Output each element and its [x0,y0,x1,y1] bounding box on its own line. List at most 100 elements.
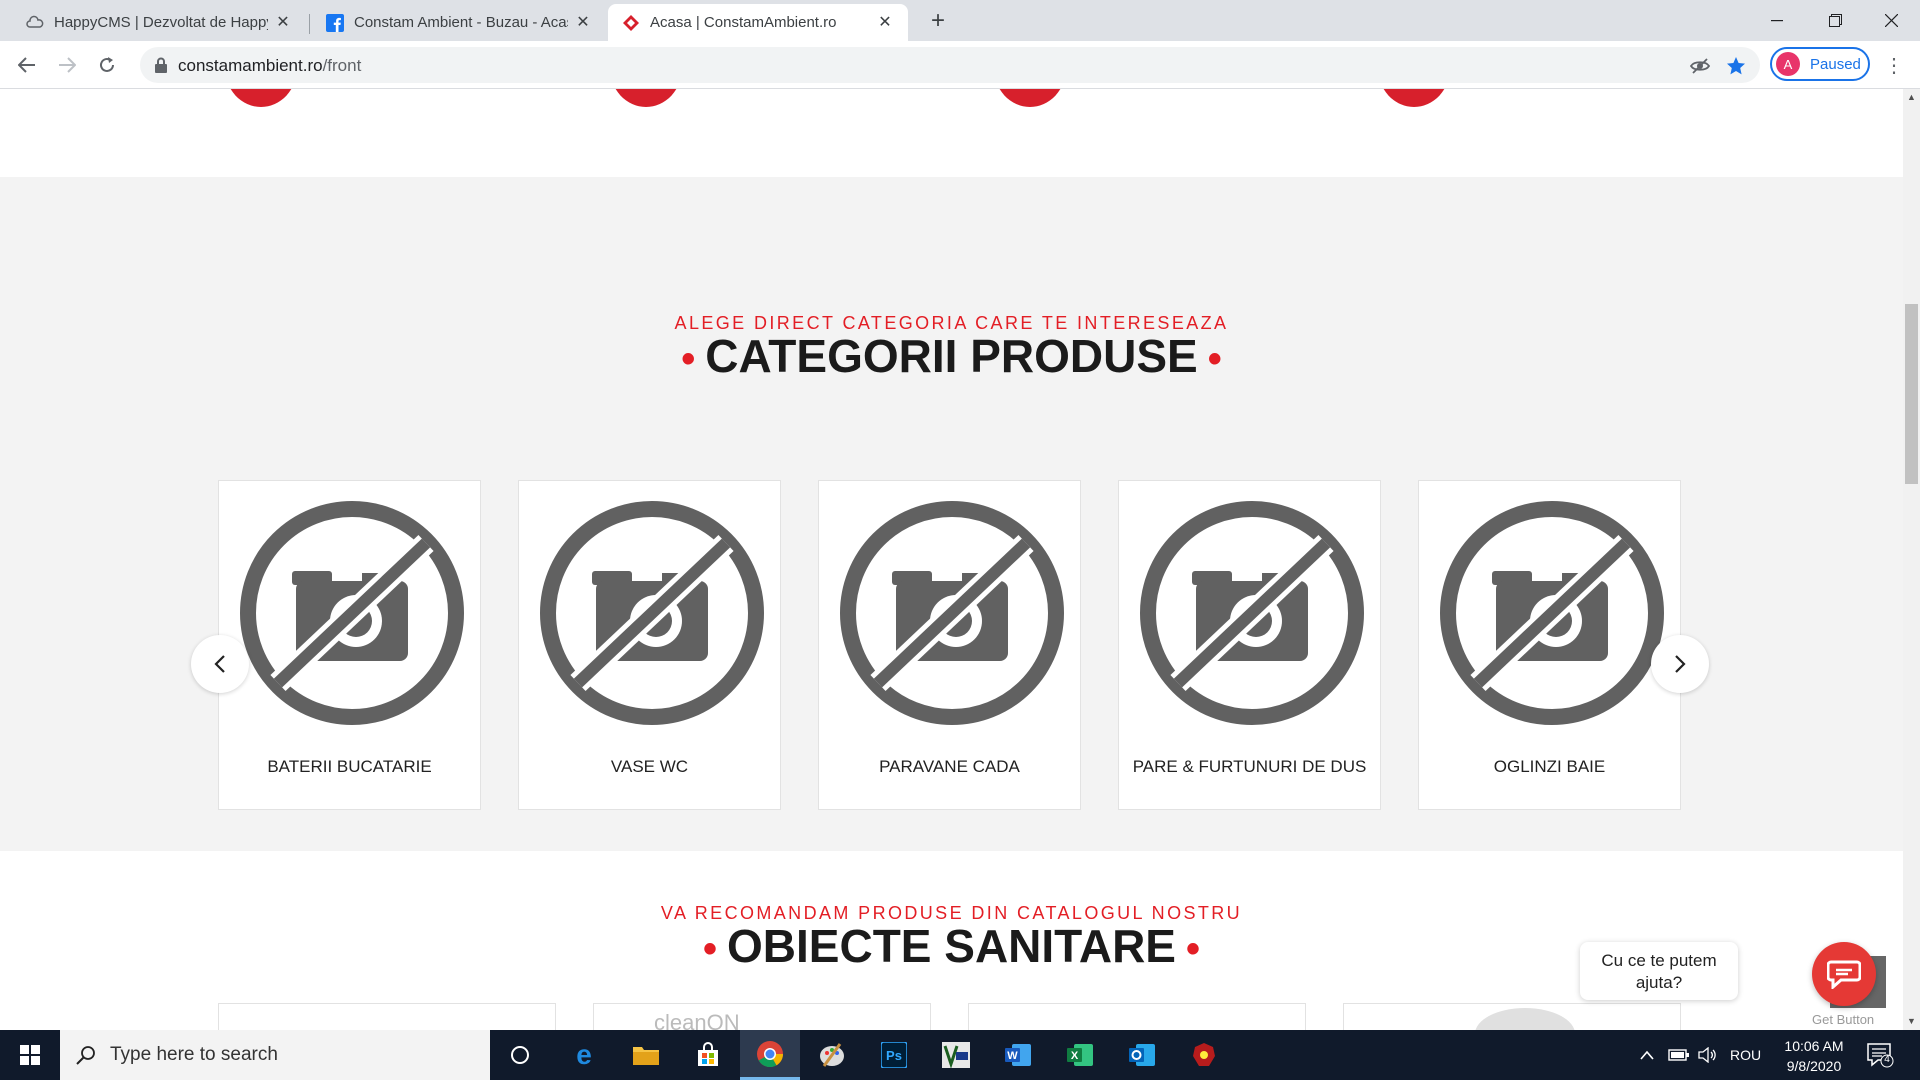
taskbar-app-store[interactable] [678,1030,738,1080]
no-photo-icon [840,501,1064,725]
category-label: BATERII BUCATARIE [267,757,432,776]
category-card[interactable]: PARAVANE CADA [818,480,1081,810]
page-viewport: ALEGE DIRECT CATEGORIA CARE TE INTERESEA… [0,89,1903,1030]
language-indicator[interactable]: ROU [1730,1030,1761,1080]
taskbar-app-vsoft[interactable] [926,1030,986,1080]
chat-prompt-bubble[interactable]: Cu ce te putem ajuta? [1580,942,1738,1000]
feature-circle[interactable] [994,89,1066,107]
feature-circle[interactable] [610,89,682,107]
no-photo-icon [540,501,764,725]
back-button[interactable] [12,50,42,80]
feature-strip [0,89,1903,177]
tray-chevron-icon[interactable] [1640,1030,1654,1080]
product-card[interactable]: cleanON [593,1003,931,1030]
taskbar-app-edge[interactable]: e [554,1030,614,1080]
taskbar-clock[interactable]: 10:06 AM 9/8/2020 [1774,1036,1854,1076]
facebook-icon [326,13,344,32]
cortana-icon [511,1046,529,1064]
product-card[interactable] [1343,1003,1681,1030]
chat-icon [1827,960,1861,989]
tab-divider [309,14,310,34]
page-scrollbar[interactable]: ▲ ▼ [1903,89,1920,1030]
reload-button[interactable] [92,50,122,80]
url-text: constamambient.ro/front [178,56,362,75]
taskbar-app-excel[interactable]: X [1050,1030,1110,1080]
tab-facebook[interactable]: Constam Ambient - Buzau - Acasa ✕ [312,4,606,41]
scroll-up-arrow[interactable]: ▲ [1903,89,1920,106]
folder-icon [633,1047,659,1065]
tab-happycms[interactable]: HappyCMS | Dezvoltat de HappyCMS ✕ [12,4,306,41]
photoshop-icon: Ps [881,1042,907,1068]
star-icon[interactable] [1726,56,1746,76]
chrome-icon [757,1040,784,1067]
feature-circle[interactable] [225,89,297,107]
category-label: PARAVANE CADA [879,757,1020,776]
close-icon[interactable]: ✕ [274,14,292,32]
new-tab-button[interactable]: + [924,7,952,35]
category-card[interactable]: VASE WC [518,480,781,810]
menu-icon[interactable]: ⋮ [1884,53,1904,77]
profile-button[interactable]: A Paused [1770,47,1870,81]
close-icon[interactable]: ✕ [574,14,592,32]
tab-constamambient[interactable]: Acasa | ConstamAmbient.ro ✕ [608,4,908,41]
tab-title: HappyCMS | Dezvoltat de HappyCMS [54,14,268,31]
taskbar-app-chrome[interactable] [740,1030,800,1080]
battery-icon[interactable] [1668,1030,1690,1080]
feature-circle[interactable] [1378,89,1450,107]
browser-toolbar: constamambient.ro/front A Paused ⋮ [0,41,1920,89]
no-photo-icon [1440,501,1664,725]
product-card[interactable] [968,1003,1306,1030]
taskbar-app-outlook[interactable] [1112,1030,1172,1080]
palette-icon [820,1043,844,1067]
category-card[interactable]: BATERII BUCATARIE [218,480,481,810]
cortana-button[interactable] [490,1030,550,1080]
carousel-next-button[interactable] [1651,635,1709,693]
tab-title: Acasa | ConstamAmbient.ro [650,14,837,31]
product-card[interactable] [218,1003,556,1030]
chevron-right-icon [1675,655,1686,673]
search-placeholder: Type here to search [110,1044,278,1065]
taskbar-app-photoshop[interactable]: Ps [864,1030,924,1080]
svg-text:Ps: Ps [886,1048,902,1063]
eye-slash-icon[interactable] [1689,56,1711,76]
taskbar-app-word[interactable]: W [988,1030,1048,1080]
excel-icon: X [1067,1044,1093,1066]
taskbar-search-box[interactable]: Type here to search [60,1030,490,1080]
edge-icon: e [576,1042,592,1068]
tab-title: Constam Ambient - Buzau - Acasa [354,14,568,31]
close-window-button[interactable] [1862,0,1920,41]
scroll-down-arrow[interactable]: ▼ [1903,1013,1920,1030]
carousel-prev-button[interactable] [191,635,249,693]
svg-text:e: e [576,1042,592,1068]
category-card[interactable]: PARE & FURTUNURI DE DUS [1118,480,1381,810]
start-button[interactable] [0,1030,60,1080]
app-red-icon [1193,1043,1215,1066]
windows-icon [20,1045,40,1065]
volume-icon[interactable] [1698,1030,1718,1080]
outlook-icon [1129,1044,1155,1066]
get-button-link[interactable]: Get Button [1812,1012,1874,1027]
constam-logo-icon [622,14,640,32]
taskbar-app-explorer[interactable] [616,1030,676,1080]
word-icon: W [1005,1044,1031,1066]
close-icon[interactable]: ✕ [876,14,894,32]
svg-text:X: X [1071,1050,1079,1062]
action-center-button[interactable]: 4 [1866,1042,1894,1068]
chat-button[interactable] [1812,942,1876,1006]
taskbar-app-paint[interactable] [802,1030,862,1080]
store-icon [698,1042,718,1066]
minimize-button[interactable] [1748,0,1806,41]
lock-icon[interactable] [154,57,168,73]
no-photo-icon [1140,501,1364,725]
category-card[interactable]: OGLINZI BAIE [1418,480,1681,810]
scroll-thumb[interactable] [1905,304,1918,484]
windows-taskbar: Type here to search e Ps W X ROU 10:06 A… [0,1030,1920,1080]
search-icon [76,1046,95,1065]
cloud-icon [26,14,44,32]
brand-logo: cleanON [654,1010,740,1030]
clock-date: 9/8/2020 [1786,1058,1842,1074]
restore-button[interactable] [1806,0,1864,41]
taskbar-app-filezilla[interactable] [1174,1030,1234,1080]
forward-button[interactable] [52,50,82,80]
address-bar[interactable]: constamambient.ro/front [140,47,1760,83]
